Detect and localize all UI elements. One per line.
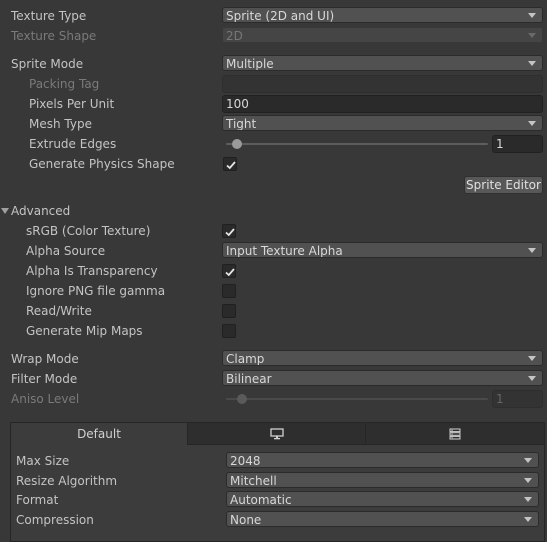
aniso-level-label: Aniso Level [11,392,80,406]
server-icon [449,428,461,440]
generate-physics-shape-label: Generate Physics Shape [29,157,175,171]
aniso-level-slider-thumb [237,394,247,404]
filter-mode-label: Filter Mode [11,372,78,386]
format-dropdown[interactable]: Automatic [226,491,539,507]
checkmark-icon [226,161,236,170]
tab-server[interactable] [366,423,544,445]
extrude-edges-label: Extrude Edges [29,137,117,151]
chevron-down-icon [524,517,532,522]
sprite-mode-label: Sprite Mode [11,57,84,71]
chevron-down-icon [528,356,536,361]
sprite-mode-dropdown[interactable]: Multiple [222,55,543,71]
texture-type-dropdown[interactable]: Sprite (2D and UI) [222,7,543,23]
aniso-level-field: 1 [492,390,543,408]
foldout-arrow-icon[interactable] [1,208,9,214]
resize-algorithm-dropdown[interactable]: Mitchell [226,472,539,488]
alpha-source-dropdown[interactable]: Input Texture Alpha [222,242,543,258]
max-size-label: Max Size [16,454,70,468]
ignore-png-gamma-checkbox[interactable] [222,284,236,298]
texture-shape-dropdown: 2D [222,27,543,43]
alpha-is-transparency-label: Alpha Is Transparency [26,264,158,278]
sprite-mode-value: Multiple [226,57,274,71]
platform-tabs: Default [11,423,544,445]
chevron-down-icon [528,376,536,381]
filter-mode-dropdown[interactable]: Bilinear [222,370,543,386]
alpha-is-transparency-checkbox[interactable] [222,264,236,278]
alpha-source-label: Alpha Source [26,244,106,258]
generate-mip-maps-checkbox[interactable] [222,324,236,338]
pixels-per-unit-label: Pixels Per Unit [29,97,115,111]
format-value: Automatic [230,493,292,507]
tab-default[interactable]: Default [11,423,188,445]
generate-mip-maps-label: Generate Mip Maps [26,324,143,338]
resize-algorithm-label: Resize Algorithm [16,474,118,488]
checkmark-icon [225,268,235,277]
chevron-down-icon [528,61,536,66]
resize-algorithm-value: Mitchell [230,474,277,488]
extrude-edges-slider-thumb[interactable] [232,139,242,149]
ignore-png-gamma-label: Ignore PNG file gamma [26,284,166,298]
extrude-edges-slider-track[interactable] [226,143,488,145]
max-size-value: 2048 [230,454,261,468]
srgb-checkbox[interactable] [222,224,236,238]
aniso-level-slider-track [226,398,488,400]
chevron-down-icon [528,33,536,38]
read-write-label: Read/Write [26,304,92,318]
compression-label: Compression [16,513,94,527]
chevron-down-icon [528,248,536,253]
chevron-down-icon [528,13,536,18]
srgb-label: sRGB (Color Texture) [26,224,151,238]
texture-type-value: Sprite (2D and UI) [226,9,335,23]
chevron-down-icon [528,121,536,126]
chevron-down-icon [524,497,532,502]
chevron-down-icon [524,478,532,483]
sprite-editor-button[interactable]: Sprite Editor [464,176,543,194]
pixels-per-unit-field[interactable]: 100 [222,95,543,113]
extrude-edges-field[interactable]: 1 [492,135,543,153]
mesh-type-label: Mesh Type [29,117,92,131]
wrap-mode-value: Clamp [226,352,265,366]
alpha-source-value: Input Texture Alpha [226,244,343,258]
mesh-type-value: Tight [226,117,257,131]
compression-value: None [230,513,262,527]
chevron-down-icon [524,458,532,463]
monitor-icon [270,428,284,440]
texture-shape-label: Texture Shape [11,29,97,43]
packing-tag-field [222,75,543,93]
wrap-mode-label: Wrap Mode [11,352,79,366]
checkmark-icon [225,228,235,237]
compression-dropdown[interactable]: None [226,511,539,527]
generate-physics-shape-checkbox[interactable] [223,157,237,171]
format-label: Format [16,493,59,507]
packing-tag-label: Packing Tag [29,77,100,91]
mesh-type-dropdown[interactable]: Tight [222,115,543,131]
filter-mode-value: Bilinear [226,372,272,386]
max-size-dropdown[interactable]: 2048 [226,452,539,468]
advanced-foldout-label[interactable]: Advanced [11,203,70,219]
texture-type-label: Texture Type [11,9,87,23]
wrap-mode-dropdown[interactable]: Clamp [222,350,543,366]
texture-shape-value: 2D [226,29,243,43]
read-write-checkbox[interactable] [222,304,236,318]
tab-standalone[interactable] [188,423,366,445]
